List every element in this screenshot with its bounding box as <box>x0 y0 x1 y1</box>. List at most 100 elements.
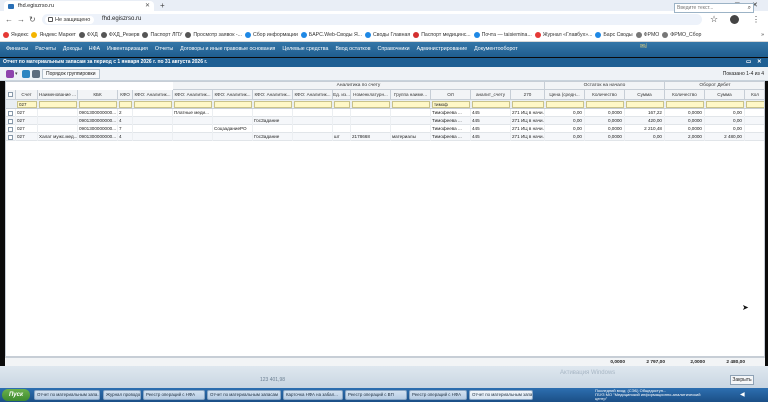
column-filter-input[interactable] <box>134 101 172 108</box>
report-close-icon[interactable]: ✕ <box>757 58 762 67</box>
url-text[interactable]: fhd.egiszrso.ru <box>102 14 141 25</box>
bookmarks-overflow-button[interactable]: » <box>755 28 764 41</box>
table-row[interactable]: 027 0901300000000... 4 ГосЗадание Тимофеева … <box>6 117 764 125</box>
tab-close-icon[interactable]: ✕ <box>145 1 150 11</box>
select-all-checkbox[interactable] <box>6 90 16 100</box>
row-checkbox[interactable] <box>6 125 16 133</box>
table-row[interactable]: 027 0901300000000... 2 Платные меди... Тимоф… <box>6 109 764 117</box>
bookmark-item[interactable]: Яндекс <box>3 28 28 41</box>
app-menu-item[interactable]: Документооборот <box>471 42 522 57</box>
taskbar-window-button[interactable]: Реестр операций с НФА <box>409 390 467 400</box>
bookmark-item[interactable]: ФРМО_Сбор <box>662 28 701 41</box>
tray-expand-icon[interactable]: ◀ <box>740 391 745 398</box>
bookmark-item[interactable]: Сбор информации <box>244 28 298 41</box>
table-row[interactable]: 027 Халат мужс.мед... 0901300000000... 4 Гос… <box>6 133 764 141</box>
taskbar-window-button[interactable]: Карточка НФА на забал... <box>283 390 343 400</box>
bookmark-item[interactable]: ФХД_Резерв <box>100 28 139 41</box>
bookmark-item[interactable]: Своды Главная <box>365 28 410 41</box>
column-header[interactable]: 270 <box>511 90 545 100</box>
column-header[interactable]: Наименование ... <box>38 90 78 100</box>
column-filter-input[interactable] <box>174 101 212 108</box>
bookmark-item[interactable]: Почта — taisiemina... <box>473 28 532 41</box>
app-menu-item[interactable]: Ввод остатков <box>332 42 374 57</box>
checkbox-icon[interactable] <box>8 110 13 116</box>
column-filter-input[interactable] <box>512 101 544 108</box>
checkbox-icon[interactable] <box>8 118 13 124</box>
app-menu-item[interactable]: Справочники <box>374 42 413 57</box>
checkbox-icon[interactable] <box>8 91 13 97</box>
app-menu-item[interactable]: Отчеты <box>151 42 176 57</box>
bookmark-item[interactable]: Журнал «Главбух»... <box>534 28 592 41</box>
column-filter-input[interactable] <box>546 101 584 108</box>
reload-button[interactable]: ↻ <box>29 11 36 28</box>
omnibox[interactable]: Не защищено fhd.egiszrso.ru <box>42 14 702 25</box>
column-header[interactable]: Количество <box>665 90 705 100</box>
start-button[interactable]: Пуск <box>2 389 30 401</box>
column-filter-input[interactable] <box>334 101 350 108</box>
column-header[interactable]: аналит_счету <box>471 90 511 100</box>
bookmark-item[interactable]: Яндекс Маркет <box>31 28 76 41</box>
column-header[interactable]: КФО: Аналитик... <box>213 90 253 100</box>
report-restore-icon[interactable]: ▭ <box>746 58 751 67</box>
refresh-icon[interactable] <box>22 70 30 78</box>
column-filter-input[interactable] <box>706 101 744 108</box>
browser-tab[interactable]: fhd.egiszrso.ru ✕ <box>4 1 154 11</box>
bookmark-star-icon[interactable]: ☆ <box>710 14 718 25</box>
bookmark-item[interactable]: ФРМО <box>635 28 659 41</box>
app-menu-item[interactable]: НФА <box>85 42 103 57</box>
column-filter-input[interactable]: 027 <box>17 101 37 108</box>
column-filter-input[interactable] <box>586 101 624 108</box>
app-menu-item[interactable]: Администрирование <box>413 42 471 57</box>
browser-menu-icon[interactable]: ⋮ <box>752 13 760 26</box>
new-tab-button[interactable]: + <box>160 0 165 11</box>
column-filter-input[interactable] <box>392 101 430 108</box>
bookmark-item[interactable]: Барс Своды <box>595 28 633 41</box>
column-filter-input[interactable] <box>119 101 132 108</box>
bookmark-item[interactable]: ФХД <box>78 28 98 41</box>
column-header[interactable]: Счет <box>16 90 38 100</box>
column-header[interactable]: КБК <box>78 90 118 100</box>
column-header[interactable]: КФО <box>118 90 133 100</box>
column-filter-input[interactable] <box>352 101 390 108</box>
column-filter-input[interactable] <box>626 101 664 108</box>
app-menu-item[interactable]: Инвентаризация <box>104 42 152 57</box>
taskbar-window-button[interactable]: Журнал проводок <box>103 390 141 400</box>
grouping-order-button[interactable]: Порядок группировки <box>42 69 100 79</box>
taskbar-window-button[interactable]: Отчет по материальным запа... <box>34 390 100 400</box>
column-filter-input[interactable] <box>746 101 764 108</box>
bookmark-item[interactable]: Паспорт медицинс... <box>413 28 471 41</box>
column-header[interactable]: Сумма <box>705 90 745 100</box>
column-filter-input[interactable] <box>294 101 332 108</box>
app-menu-item[interactable]: Доходы <box>59 42 85 57</box>
column-header[interactable]: КФО: Аналитик... <box>173 90 213 100</box>
column-header[interactable]: Количество <box>585 90 625 100</box>
bookmark-item[interactable]: Паспорт ЛПУ <box>142 28 182 41</box>
row-checkbox[interactable] <box>6 133 16 141</box>
row-checkbox[interactable] <box>6 109 16 117</box>
column-header[interactable]: Ед. из... <box>333 90 351 100</box>
taskbar-window-button[interactable]: Реестр операций с ВП <box>345 390 407 400</box>
table-row[interactable]: 027 0901300000000... 7 СоцзаданиеРО Тимофеев… <box>6 125 764 133</box>
security-indicator[interactable]: Не защищено <box>45 15 95 24</box>
column-filter-input[interactable] <box>39 101 77 108</box>
profile-avatar[interactable] <box>730 15 739 24</box>
taskbar-window-button[interactable]: Отчет по материальным запа... <box>469 390 533 400</box>
taskbar-window-button[interactable]: Отчет по материальным запасам <box>207 390 281 400</box>
search-icon[interactable]: ⌕ <box>748 4 751 12</box>
back-button[interactable]: ← <box>5 11 13 28</box>
column-filter-input[interactable] <box>79 101 117 108</box>
column-header[interactable]: Сумма <box>625 90 665 100</box>
app-menu-item[interactable]: Финансы <box>0 42 32 57</box>
export-dropdown-icon[interactable]: ▾ <box>15 69 18 79</box>
row-checkbox[interactable] <box>6 117 16 125</box>
settings-icon[interactable] <box>32 70 40 78</box>
column-header[interactable]: КФО: Аналитик... <box>253 90 293 100</box>
taskbar-window-button[interactable]: Реестр операций с НФА <box>143 390 205 400</box>
close-report-button[interactable]: Закрыть <box>730 375 754 385</box>
column-filter-input[interactable]: тимоф <box>432 101 470 108</box>
column-header[interactable]: КФО: Аналитик... <box>293 90 333 100</box>
app-menu-item[interactable]: Целевые средства <box>279 42 332 57</box>
column-header[interactable]: Цена (средн... <box>545 90 585 100</box>
column-filter-input[interactable] <box>472 101 510 108</box>
column-filter-input[interactable] <box>254 101 292 108</box>
